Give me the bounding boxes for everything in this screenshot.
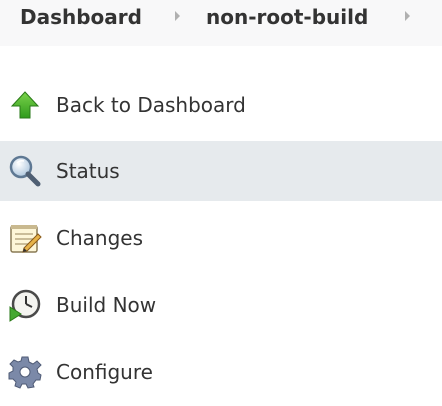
task-label: Back to Dashboard: [56, 93, 246, 117]
search-icon: [7, 153, 43, 189]
breadcrumb: Dashboard non-root-build: [0, 0, 442, 46]
task-label: Configure: [56, 360, 153, 384]
task-label: Status: [56, 159, 120, 183]
task-status[interactable]: Status: [0, 141, 442, 201]
notepad-icon: [7, 220, 43, 256]
task-back-to-dashboard[interactable]: Back to Dashboard: [0, 75, 442, 135]
task-build-now[interactable]: Build Now: [0, 275, 442, 335]
breadcrumb-chevron-icon[interactable]: [405, 11, 410, 21]
task-label: Changes: [56, 226, 143, 250]
task-label: Build Now: [56, 293, 157, 317]
breadcrumb-project-link[interactable]: non-root-build: [206, 5, 368, 29]
task-configure[interactable]: Configure: [0, 342, 442, 402]
clock-play-icon: [7, 287, 43, 323]
breadcrumb-dashboard-link[interactable]: Dashboard: [20, 5, 142, 29]
gear-icon: [7, 354, 43, 390]
breadcrumb-chevron-icon[interactable]: [175, 11, 180, 21]
up-arrow-icon: [7, 87, 43, 123]
task-changes[interactable]: Changes: [0, 208, 442, 268]
